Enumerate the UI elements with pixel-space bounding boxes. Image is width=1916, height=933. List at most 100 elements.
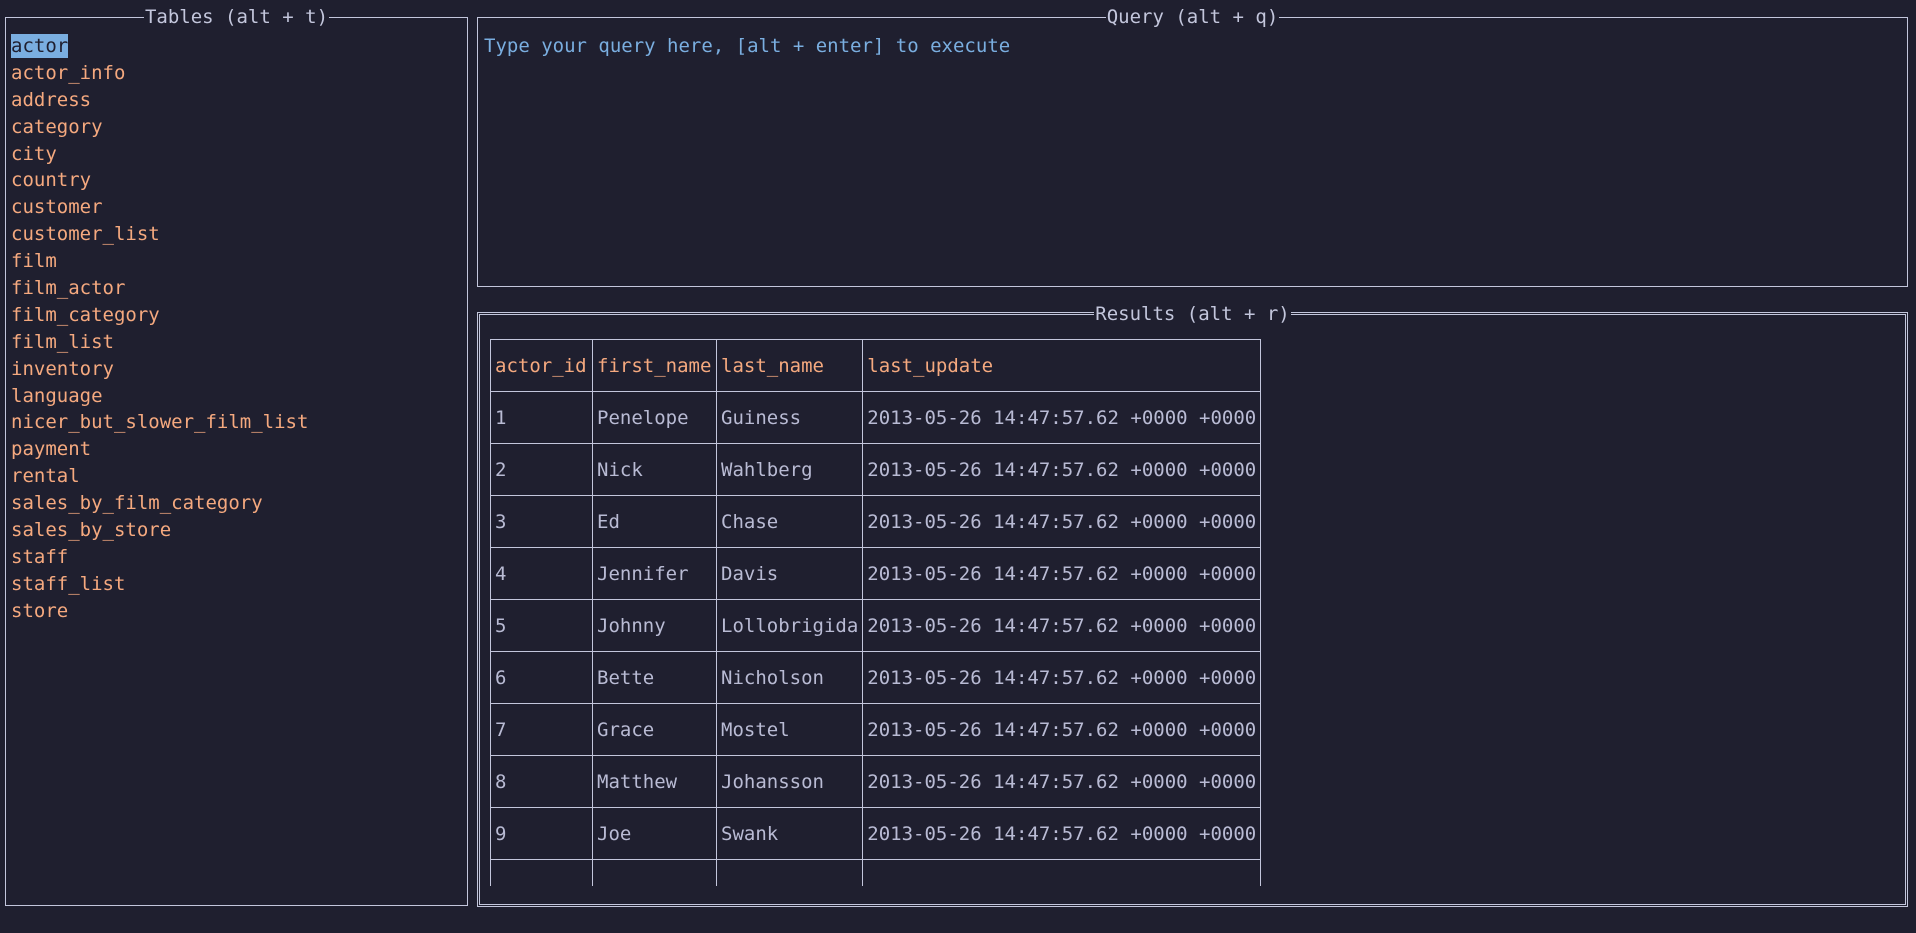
results-panel[interactable]: Results (alt + r) actor_id first_name last… xyxy=(477,303,1908,907)
column-header-last-name[interactable]: last_name xyxy=(715,339,864,392)
table-cell xyxy=(715,859,864,886)
table-row[interactable]: 8 Matthew Johansson 2013-05-26 14:47:57.62 … xyxy=(490,755,1262,808)
table-list-item-label: city xyxy=(11,142,57,165)
table-list-item-label: inventory xyxy=(11,357,114,380)
table-list-item-label: customer_list xyxy=(11,223,160,246)
table-list-item[interactable]: category xyxy=(11,114,308,141)
table-list-item[interactable]: address xyxy=(11,87,308,114)
table-list-item[interactable]: city xyxy=(11,141,308,168)
table-row[interactable]: 2 Nick Wahlberg 2013-05-26 14:47:57.62 +000… xyxy=(490,443,1262,496)
results-table: actor_id first_name last_name last_update 1… xyxy=(490,339,1262,886)
table-cell: 2013-05-26 14:47:57.62 +0000 +0000 xyxy=(862,495,1262,548)
table-cell: 4 xyxy=(490,547,593,600)
table-row[interactable]: 1 Penelope Guiness 2013-05-26 14:47:57.62 +… xyxy=(490,391,1262,444)
table-list-item-label: language xyxy=(11,384,103,407)
table-list-item[interactable]: payment xyxy=(11,436,308,463)
table-list-item-label: film_actor xyxy=(11,277,126,300)
table-cell: 9 xyxy=(490,807,593,860)
table-cell: 2013-05-26 14:47:57.62 +0000 +0000 xyxy=(862,807,1262,860)
table-cell xyxy=(592,859,717,886)
table-list-item-label: payment xyxy=(11,438,92,461)
results-panel-title: Results (alt + r) xyxy=(1094,303,1291,325)
table-row[interactable]: 9 Joe Swank 2013-05-26 14:47:57.62 +0000 +0… xyxy=(490,807,1262,860)
table-list-item-label: actor xyxy=(11,34,69,58)
tables-panel-title: Tables (alt + t) xyxy=(143,6,330,28)
tables-panel[interactable]: Tables (alt + t) actor actor_info address c… xyxy=(5,6,468,906)
table-row[interactable]: 5 Johnny Lollobrigida 2013-05-26 14:47:57.6… xyxy=(490,599,1262,652)
query-panel-title: Query (alt + q) xyxy=(1105,6,1280,28)
table-cell: Mostel xyxy=(715,703,864,756)
query-panel-title-bar: Query (alt + q) xyxy=(478,6,1907,28)
table-list-item-label: customer xyxy=(11,196,103,219)
table-list-item[interactable]: film_category xyxy=(11,302,308,329)
table-cell: Ed xyxy=(592,495,717,548)
table-list-item[interactable]: sales_by_store xyxy=(11,517,308,544)
table-list-item[interactable]: customer_list xyxy=(11,221,308,248)
table-cell: Lollobrigida xyxy=(715,599,864,652)
table-list-item[interactable]: film xyxy=(11,248,308,275)
table-row[interactable]: 6 Bette Nicholson 2013-05-26 14:47:57.62 +0… xyxy=(490,651,1262,704)
table-row[interactable]: 4 Jennifer Davis 2013-05-26 14:47:57.62 +00… xyxy=(490,547,1262,600)
table-list-item[interactable]: actor xyxy=(11,33,308,60)
query-panel[interactable]: Query (alt + q) Type your query here, [a… xyxy=(477,6,1908,287)
table-list-item[interactable]: film_actor xyxy=(11,275,308,302)
results-scroll-area[interactable]: actor_id first_name last_name last_update 1… xyxy=(490,339,1263,886)
table-cell: 2013-05-26 14:47:57.62 +0000 +0000 xyxy=(862,547,1262,600)
table-cell: Wahlberg xyxy=(715,443,864,496)
table-cell: Swank xyxy=(715,807,864,860)
table-cell: Nick xyxy=(592,443,717,496)
table-list[interactable]: actor actor_infoaddress category city countr… xyxy=(11,33,308,625)
table-cell: Guiness xyxy=(715,391,864,444)
column-header-first-name[interactable]: first_name xyxy=(592,339,717,392)
table-list-item[interactable]: sales_by_film_category xyxy=(11,490,308,517)
table-row[interactable]: 3 Ed Chase 2013-05-26 14:47:57.62 +0000 +00… xyxy=(490,495,1262,548)
table-list-item-label: nicer_but_slower_film_list xyxy=(11,411,309,434)
table-list-item-label: sales_by_film_category xyxy=(11,492,263,515)
results-body: 1 Penelope Guiness 2013-05-26 14:47:57.62 +… xyxy=(490,391,1262,886)
table-cell: 3 xyxy=(490,495,593,548)
table-cell: Matthew xyxy=(592,755,717,808)
column-header-last-update[interactable]: last_update xyxy=(862,339,1262,392)
table-cell: Grace xyxy=(592,703,717,756)
results-panel-title-bar: Results (alt + r) xyxy=(480,303,1905,325)
table-row[interactable]: 7 Grace Mostel 2013-05-26 14:47:57.62 +0000… xyxy=(490,703,1262,756)
table-list-item-label: film_list xyxy=(11,330,114,353)
table-list-item[interactable]: country xyxy=(11,167,308,194)
table-list-item[interactable]: customer xyxy=(11,194,308,221)
table-cell: Johansson xyxy=(715,755,864,808)
table-cell: 2013-05-26 14:47:57.62 +0000 +0000 xyxy=(862,599,1262,652)
table-cell: Bette xyxy=(592,651,717,704)
table-cell: 1 xyxy=(490,391,593,444)
table-list-item[interactable]: film_list xyxy=(11,329,308,356)
table-list-item[interactable]: nicer_but_slower_film_list xyxy=(11,409,308,436)
query-input[interactable]: Type your query here, [alt + enter] to e… xyxy=(484,33,1884,60)
table-cell xyxy=(490,859,593,886)
table-list-item-label: store xyxy=(11,599,69,622)
table-cell xyxy=(862,859,1262,886)
table-list-item[interactable]: language xyxy=(11,383,308,410)
table-list-item[interactable]: actor_info xyxy=(11,60,308,87)
table-list-item[interactable]: inventory xyxy=(11,356,308,383)
table-cell: Joe xyxy=(592,807,717,860)
table-list-item[interactable]: rental xyxy=(11,463,308,490)
table-list-item-label: film_category xyxy=(11,303,160,326)
tables-panel-title-bar: Tables (alt + t) xyxy=(6,6,467,28)
table-cell: Chase xyxy=(715,495,864,548)
table-list-item[interactable]: staff xyxy=(11,544,308,571)
table-list-item-label: rental xyxy=(11,465,80,488)
table-list-item[interactable]: store xyxy=(11,598,308,625)
table-cell: Nicholson xyxy=(715,651,864,704)
table-list-item-label: country xyxy=(11,169,92,192)
column-header-actor-id[interactable]: actor_id xyxy=(490,339,593,392)
table-cell: 2013-05-26 14:47:57.62 +0000 +0000 xyxy=(862,443,1262,496)
table-list-item-label: actor_info xyxy=(11,61,126,84)
table-cell: 2013-05-26 14:47:57.62 +0000 +0000 xyxy=(862,651,1262,704)
table-cell: 2013-05-26 14:47:57.62 +0000 +0000 xyxy=(862,391,1262,444)
table-list-item-label: sales_by_store xyxy=(11,519,172,542)
table-list-item-label: staff xyxy=(11,545,69,568)
table-row[interactable] xyxy=(490,859,1262,886)
table-cell: 7 xyxy=(490,703,593,756)
table-cell: Davis xyxy=(715,547,864,600)
table-cell: 8 xyxy=(490,755,593,808)
table-list-item[interactable]: staff_list xyxy=(11,571,308,598)
